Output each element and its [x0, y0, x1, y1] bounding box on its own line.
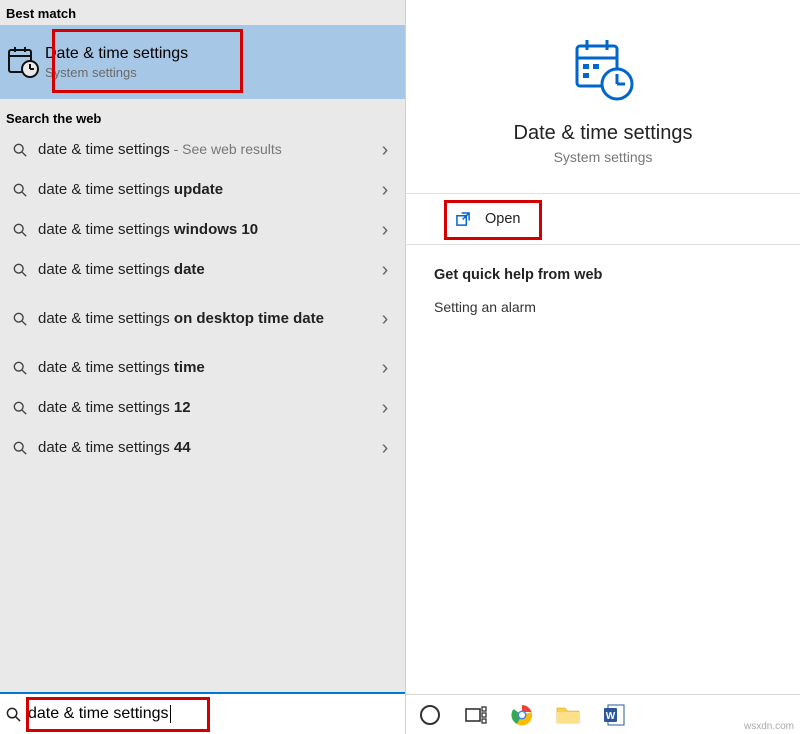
quick-help-header: Get quick help from web	[434, 267, 772, 283]
chevron-right-icon: ›	[373, 357, 397, 380]
search-input[interactable]: date & time settings	[28, 705, 169, 723]
search-icon	[6, 707, 28, 722]
svg-text:W: W	[606, 711, 616, 722]
search-icon	[8, 183, 32, 197]
web-result-text: date & time settings 12	[32, 399, 373, 418]
best-match-title: Date & time settings	[45, 45, 188, 63]
web-result-text: date & time settings time	[32, 359, 373, 378]
web-result-item[interactable]: date & time settings update›	[0, 170, 405, 210]
watermark: wsxdn.com	[744, 721, 794, 732]
preview-title: Date & time settings	[514, 122, 693, 145]
search-icon	[8, 312, 32, 326]
quick-help-section: Get quick help from web Setting an alarm	[406, 245, 800, 337]
search-icon	[8, 263, 32, 277]
taskbar: W	[406, 694, 800, 734]
chevron-right-icon: ›	[373, 308, 397, 331]
chevron-right-icon: ›	[373, 397, 397, 420]
web-result-item[interactable]: date & time settings date›	[0, 250, 405, 290]
date-time-icon	[0, 45, 45, 79]
date-time-icon	[569, 36, 637, 104]
help-link[interactable]: Setting an alarm	[434, 299, 772, 315]
chevron-right-icon: ›	[373, 219, 397, 242]
web-result-text: date & time settings update	[32, 181, 373, 200]
chevron-right-icon: ›	[373, 179, 397, 202]
search-icon	[8, 441, 32, 455]
best-match-result[interactable]: Date & time settings System settings	[0, 25, 405, 99]
open-label: Open	[485, 211, 520, 227]
web-result-text: date & time settings windows 10	[32, 221, 373, 240]
cortana-circle-icon[interactable]	[416, 701, 444, 729]
search-results-pane: Best match Date & time settings System s…	[0, 0, 406, 734]
open-action[interactable]: Open	[406, 193, 800, 245]
search-web-header: Search the web	[0, 105, 405, 130]
web-result-item[interactable]: date & time settings 12›	[0, 388, 405, 428]
best-match-subtitle: System settings	[45, 65, 188, 80]
web-result-text: date & time settings 44	[32, 439, 373, 458]
best-match-header: Best match	[0, 0, 405, 25]
web-result-text: date & time settings on desktop time dat…	[32, 310, 373, 329]
chrome-icon[interactable]	[508, 701, 536, 729]
preview-pane: Date & time settings System settings Ope…	[406, 0, 800, 734]
preview-subtitle: System settings	[554, 149, 653, 165]
web-result-item[interactable]: date & time settings 44›	[0, 428, 405, 468]
web-result-item[interactable]: date & time settings time›	[0, 348, 405, 388]
chevron-right-icon: ›	[373, 139, 397, 162]
web-result-item[interactable]: date & time settings windows 10›	[0, 210, 405, 250]
chevron-right-icon: ›	[373, 437, 397, 460]
search-icon	[8, 143, 32, 157]
preview-hero: Date & time settings System settings	[406, 0, 800, 193]
web-result-text: date & time settings - See web results	[32, 141, 373, 160]
web-result-text: date & time settings date	[32, 261, 373, 280]
web-result-item[interactable]: date & time settings - See web results›	[0, 130, 405, 170]
search-icon	[8, 361, 32, 375]
search-icon	[8, 401, 32, 415]
task-view-icon[interactable]	[462, 701, 490, 729]
open-icon	[456, 212, 471, 227]
file-explorer-icon[interactable]	[554, 701, 582, 729]
web-result-item[interactable]: date & time settings on desktop time dat…	[0, 290, 405, 348]
web-results-list: date & time settings - See web results›d…	[0, 130, 405, 692]
chevron-right-icon: ›	[373, 259, 397, 282]
word-icon[interactable]: W	[600, 701, 628, 729]
search-icon	[8, 223, 32, 237]
search-bar[interactable]: date & time settings	[0, 692, 405, 734]
